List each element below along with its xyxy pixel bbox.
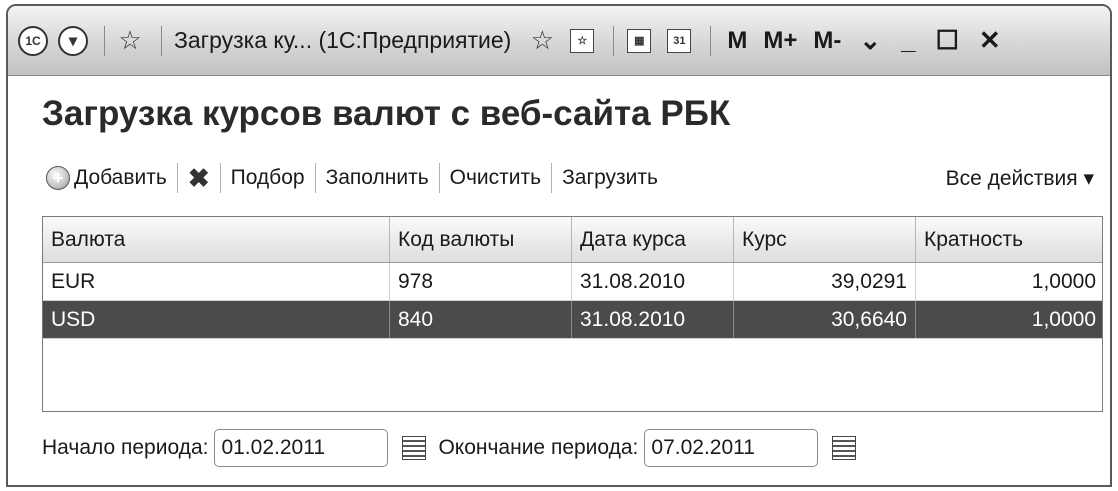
app-window: 1С ▾ ☆ Загрузка ку... (1С:Предприятие) ☆… [6,4,1112,487]
table-header: Валюта Код валюты Дата курса Курс Кратно… [43,217,1102,263]
close-button[interactable]: ✕ [979,25,1001,56]
nav-down-icon[interactable]: ▾ [56,24,90,58]
star-icon[interactable]: ☆ [113,24,147,58]
window-title: Загрузка ку... (1С:Предприятие) [174,27,512,53]
delete-button[interactable]: ✖ [178,161,220,195]
cell-currency: USD [43,301,390,338]
menu-dropdown-icon[interactable]: ⌄ [859,25,881,56]
minimize-button[interactable]: _ [901,25,915,56]
column-header-currency[interactable]: Валюта [43,217,390,262]
cell-currency: EUR [43,263,390,300]
cell-rate: 30,6640 [734,301,916,338]
memory-m-button[interactable]: M [727,27,747,55]
column-header-date[interactable]: Дата курса [572,217,734,262]
delete-icon: ✖ [187,162,210,193]
cell-rate: 39,0291 [734,263,916,300]
add-button[interactable]: + Добавить [42,161,177,195]
maximize-button[interactable]: ☐ [936,25,959,56]
star-favorite-icon[interactable]: ☆ [525,24,559,58]
divider [161,25,162,56]
start-period-input[interactable]: 01.02.2011 [214,429,389,467]
column-header-multiplicity[interactable]: Кратность [916,217,1104,262]
table-row-selected[interactable]: USD 840 31.08.2010 30,6640 1,0000 [43,301,1102,339]
cell-code: 978 [390,263,572,300]
calendar-icon[interactable] [402,436,427,460]
divider [104,25,105,56]
column-header-rate[interactable]: Курс [734,217,916,262]
start-period-label: Начало периода: [42,436,209,459]
title-bar: 1С ▾ ☆ Загрузка ку... (1С:Предприятие) ☆… [8,6,1110,76]
end-period-input[interactable]: 07.02.2011 [644,429,819,467]
add-button-label: Добавить [74,166,167,189]
cell-multiplicity: 1,0000 [1031,269,1096,293]
column-header-code[interactable]: Код валюты [390,217,572,262]
memory-minus-button[interactable]: M- [813,27,841,55]
cell-multiplicity: 1,0000 [1031,307,1096,331]
clear-button[interactable]: Очистить [440,161,551,195]
add-icon: + [46,166,70,190]
link-icon[interactable]: ☆ [565,24,599,58]
fill-button[interactable]: Заполнить [316,161,439,195]
load-button[interactable]: Загрузить [552,161,668,195]
memory-plus-button[interactable]: M+ [763,27,797,55]
divider [613,25,615,56]
rates-table[interactable]: Валюта Код валюты Дата курса Курс Кратно… [42,216,1103,412]
all-actions-menu[interactable]: Все действия ▾ [936,161,1102,195]
1c-logo-icon[interactable]: 1С [16,24,50,58]
calendar-icon[interactable]: 31 [662,24,696,58]
divider [710,25,712,56]
page-title: Загрузка курсов валют с веб-сайта РБК [42,94,731,133]
command-bar: + Добавить ✖ Подбор Заполнить Очистить З… [42,156,1102,200]
cell-date: 31.08.2010 [572,263,734,300]
cell-date: 31.08.2010 [572,301,734,338]
pick-button[interactable]: Подбор [221,161,315,195]
calendar-icon[interactable] [832,436,857,460]
end-period-label: Окончание периода: [438,436,639,459]
calculator-icon[interactable]: ▦ [622,24,656,58]
table-row[interactable]: EUR 978 31.08.2010 39,0291 1,0000 [43,263,1102,301]
cell-code: 840 [390,301,572,338]
period-fields: Начало периода: 01.02.2011 Окончание пер… [42,428,868,468]
